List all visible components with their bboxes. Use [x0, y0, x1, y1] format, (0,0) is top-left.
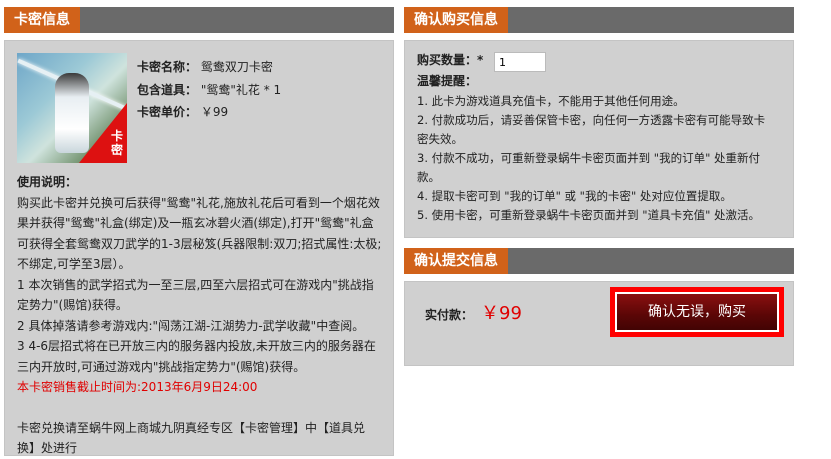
card-items-value: "鸳鸯"礼花 * 1 — [200, 83, 282, 97]
tip-line: 3. 付款不成功，可重新登录蜗牛卡密页面并到 "我的订单" 处重新付 — [417, 151, 761, 165]
card-name-value: 鸳鸯双刀卡密 — [200, 60, 273, 74]
quantity-label: 购买数量：* — [417, 53, 484, 67]
purchase-info-tab-title: 确认购买信息 — [404, 7, 508, 33]
submit-info-panel: 实付款： ￥99 确认无误，购买 — [404, 281, 794, 366]
card-price-value: ￥99 — [200, 105, 229, 119]
confirm-buy-button[interactable]: 确认无误，购买 — [617, 294, 777, 330]
quantity-input[interactable] — [494, 52, 546, 72]
card-items-row: 包含道具： "鸳鸯"礼花 * 1 — [137, 81, 281, 98]
usage-line: 1 本次销售的武学招式为一至三层,四至六层招式可在游戏内"挑战指 — [17, 277, 374, 292]
card-price-label: 卡密单价： — [137, 105, 198, 119]
tip-line: 4. 提取卡密可到 "我的订单" 或 "我的卡密" 处对应位置提取。 — [417, 189, 732, 203]
card-name-label: 卡密名称： — [137, 60, 198, 74]
card-name-row: 卡密名称： 鸳鸯双刀卡密 — [137, 58, 273, 75]
tip-line: 密失效。 — [417, 132, 463, 146]
pay-amount: ￥99 — [481, 303, 522, 324]
usage-instructions: 使用说明： 购买此卡密并兑换可后获得"鸳鸯"礼花,施放礼花后可看到一个烟花效 果… — [17, 172, 383, 459]
tip-line: 1. 此卡为游戏道具充值卡，不能用于其他任何用途。 — [417, 94, 685, 108]
usage-title: 使用说明： — [17, 175, 78, 189]
tip-line: 款。 — [417, 170, 440, 184]
redeem-line: 卡密兑换请至蜗牛网上商城九阴真经专区【卡密管理】中【道具兑 — [17, 420, 366, 435]
card-items-label: 包含道具： — [137, 83, 198, 97]
card-info-tab-title: 卡密信息 — [4, 7, 80, 33]
thumbnail-character-graphic — [55, 73, 89, 153]
submit-info-header: 确认提交信息 — [404, 248, 794, 274]
redeem-line: 换】处进行 — [17, 441, 78, 455]
tip-line: 2. 付款成功后，请妥善保管卡密，向任何一方透露卡密有可能导致卡 — [417, 113, 766, 127]
usage-line: 2 具体掉落请参考游戏内:"闯荡江湖-江湖势力-武学收藏"中查阅。 — [17, 318, 365, 333]
usage-line: 定势力"(赐馆)获得。 — [17, 298, 128, 312]
purchase-info-header: 确认购买信息 — [404, 7, 794, 33]
card-price-row: 卡密单价： ￥99 — [137, 103, 228, 120]
sale-deadline: 本卡密销售截止时间为:2013年6月9日24:00 — [17, 380, 258, 394]
tips-list: 1. 此卡为游戏道具充值卡，不能用于其他任何用途。 2. 付款成功后，请妥善保管… — [417, 92, 783, 225]
purchase-info-panel: 购买数量：* 温馨提醒： 1. 此卡为游戏道具充值卡，不能用于其他任何用途。 2… — [404, 40, 794, 238]
usage-line: 可获得全套鸳鸯双刀武学的1-3层秘笈(兵器限制:双刀;招式属性:太极; — [17, 236, 382, 251]
tips-title: 温馨提醒： — [417, 74, 478, 88]
tip-line: 5. 使用卡密，可重新登录蜗牛卡密页面并到 "道具卡充值" 处激活。 — [417, 208, 761, 222]
usage-line: 果并获得"鸳鸯"礼盒(绑定)及一瓶玄冰碧火酒(绑定),打开"鸳鸯"礼盒 — [17, 216, 374, 230]
usage-line: 3 4-6层招式将在已开放三内的服务器内投放,未开放三内的服务器在 — [17, 339, 376, 353]
card-badge-text: 卡密 — [110, 129, 123, 157]
card-info-header: 卡密信息 — [4, 7, 394, 33]
pay-label: 实付款： — [425, 308, 474, 322]
usage-line: 不绑定,可学至3层）。 — [17, 257, 131, 271]
card-thumbnail: 卡密 — [17, 53, 127, 163]
card-info-panel: 卡密 卡密名称： 鸳鸯双刀卡密 包含道具： "鸳鸯"礼花 * 1 卡密单价： ￥… — [4, 40, 394, 456]
submit-info-tab-title: 确认提交信息 — [404, 248, 508, 274]
buy-button-frame: 确认无误，购买 — [610, 287, 784, 337]
usage-line: 购买此卡密并兑换可后获得"鸳鸯"礼花,施放礼花后可看到一个烟花效 — [17, 195, 380, 210]
usage-line: 三内开放时,可通过游戏内"挑战指定势力"(赐馆)获得。 — [17, 359, 306, 374]
